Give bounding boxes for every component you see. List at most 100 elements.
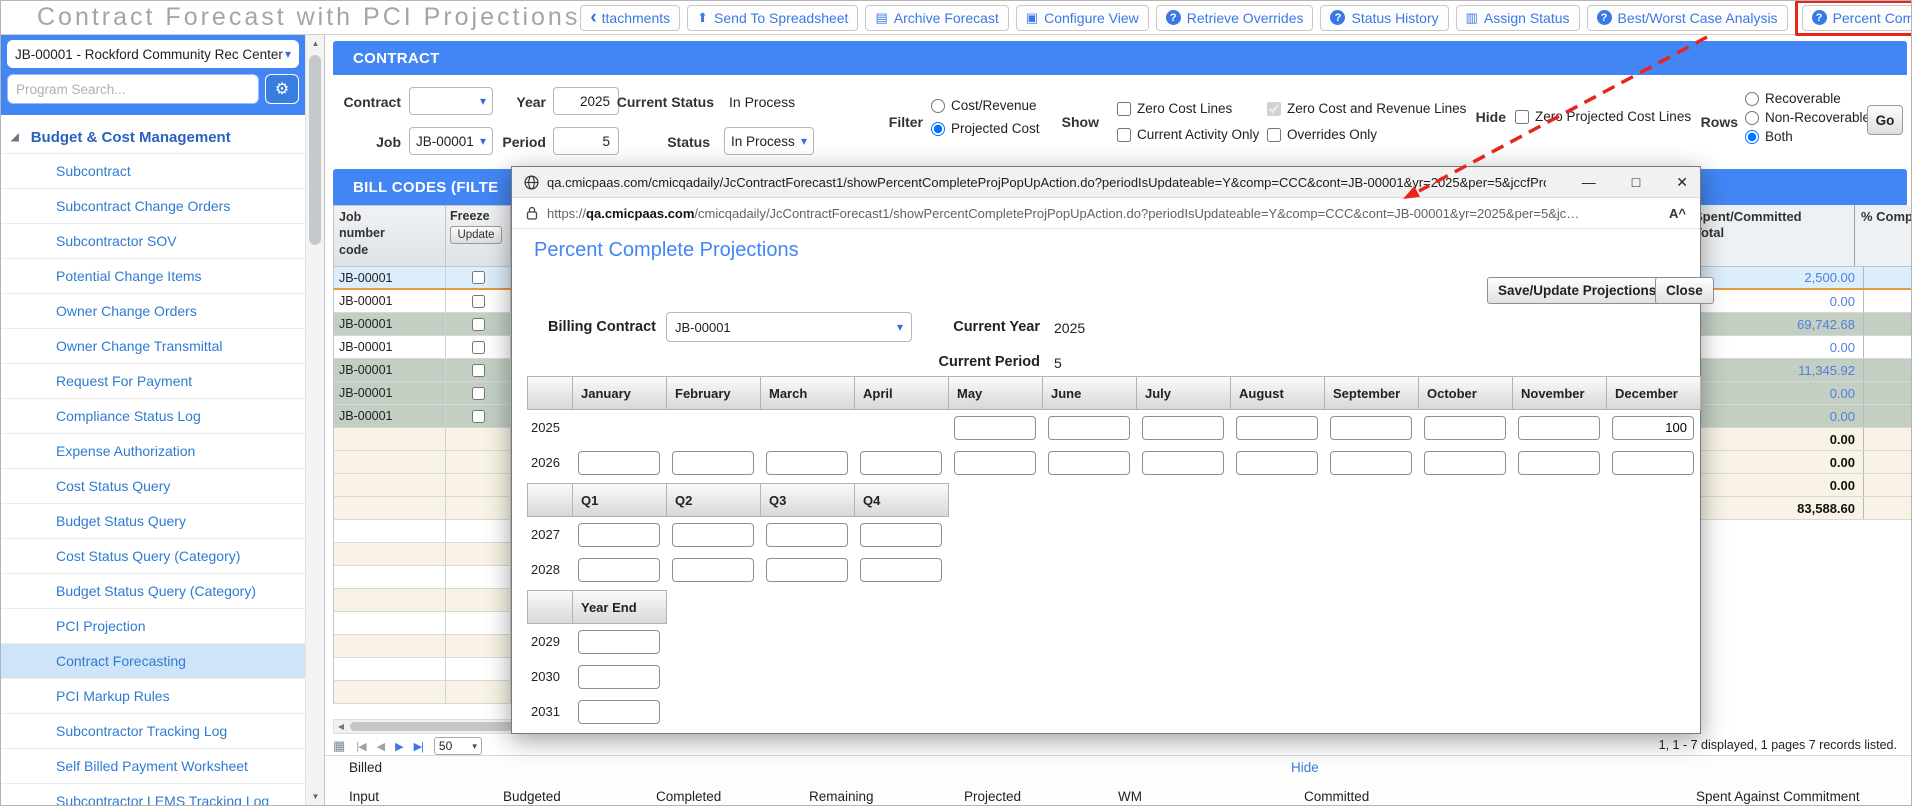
- projection-input-2026-2[interactable]: [672, 450, 754, 475]
- sidebar-item-owner-change-transmittal[interactable]: Owner Change Transmittal: [1, 328, 305, 363]
- freeze-checkbox[interactable]: [471, 317, 485, 331]
- projection-input-2026-9[interactable]: [1330, 450, 1412, 475]
- checkbox-zero-projected-cost-lines[interactable]: [1515, 109, 1529, 124]
- toolbar-button-archive-forecast[interactable]: ▤ Archive Forecast: [865, 4, 1009, 31]
- radio-option-projected-cost[interactable]: Projected Cost: [931, 121, 1040, 136]
- period-input[interactable]: [553, 127, 619, 155]
- scroll-up-icon[interactable]: ▲: [306, 39, 325, 48]
- projection-input-2027-4[interactable]: [860, 522, 942, 547]
- checkbox-option-zero-projected-cost-lines[interactable]: Zero Projected Cost Lines: [1515, 109, 1691, 124]
- billing-contract-select[interactable]: JB-00001 ▾: [666, 312, 912, 342]
- radio-both[interactable]: [1745, 129, 1759, 144]
- sidebar-item-subcontract[interactable]: Subcontract: [1, 153, 305, 188]
- sidebar-scrollbar[interactable]: ▲ ▼: [305, 35, 324, 805]
- sidebar-item-cost-status-query-category[interactable]: Cost Status Query (Category): [1, 538, 305, 573]
- projection-input-2025-9[interactable]: [1330, 415, 1412, 440]
- radio-option-non-recoverable[interactable]: Non-Recoverable: [1745, 110, 1870, 125]
- projection-input-2030-1[interactable]: [578, 664, 660, 689]
- projection-input-2025-11[interactable]: [1518, 415, 1600, 440]
- checkbox-option-current-activity-only[interactable]: Current Activity Only: [1117, 127, 1267, 142]
- radio-recoverable[interactable]: [1745, 91, 1759, 106]
- sidebar-item-potential-change-items[interactable]: Potential Change Items: [1, 258, 305, 293]
- sidebar-item-subcontractor-lems-tracking-log[interactable]: Subcontractor LEMS Tracking Log: [1, 783, 305, 805]
- projection-input-2028-1[interactable]: [578, 557, 660, 582]
- font-size-icon[interactable]: A^: [1669, 206, 1686, 221]
- prev-page-button[interactable]: ◀: [377, 740, 386, 753]
- projection-input-2028-3[interactable]: [766, 557, 848, 582]
- radio-cost-revenue[interactable]: [931, 98, 945, 113]
- freeze-checkbox[interactable]: [471, 386, 485, 400]
- projection-input-2026-11[interactable]: [1518, 450, 1600, 475]
- projection-input-2026-3[interactable]: [766, 450, 848, 475]
- contract-select[interactable]: ▾: [409, 87, 493, 115]
- page-size-select[interactable]: 50 ▾: [433, 737, 482, 755]
- projection-input-2027-3[interactable]: [766, 522, 848, 547]
- scroll-left-icon[interactable]: ◀: [334, 722, 348, 731]
- radio-option-cost-revenue[interactable]: Cost/Revenue: [931, 98, 1040, 113]
- projection-input-2025-7[interactable]: [1142, 415, 1224, 440]
- hide-link[interactable]: Hide: [1291, 760, 1319, 775]
- checkbox-option-overrides-only[interactable]: Overrides Only: [1267, 127, 1547, 142]
- projection-input-2031-1[interactable]: [578, 699, 660, 724]
- checkbox-option-zero-cost-lines[interactable]: Zero Cost Lines: [1117, 101, 1267, 116]
- scroll-down-icon[interactable]: ▼: [306, 792, 325, 801]
- sidebar-item-subcontractor-tracking-log[interactable]: Subcontractor Tracking Log: [1, 713, 305, 748]
- sidebar-item-self-billed-payment-worksheet[interactable]: Self Billed Payment Worksheet: [1, 748, 305, 783]
- toolbar-button-status-history[interactable]: ? Status History: [1320, 4, 1449, 31]
- toolbar-button-best-worst-case-analysis[interactable]: ? Best/Worst Case Analysis: [1586, 4, 1788, 31]
- sidebar-item-budget-status-query-category[interactable]: Budget Status Query (Category): [1, 573, 305, 608]
- settings-button[interactable]: ⚙: [265, 74, 299, 104]
- save-update-projections-button[interactable]: Save/Update Projections: [1487, 277, 1668, 304]
- minimize-icon[interactable]: —: [1582, 175, 1596, 189]
- toolbar-button-ttachments[interactable]: ‹ ttachments: [580, 4, 681, 31]
- checkbox-overrides-only[interactable]: [1267, 127, 1281, 142]
- maximize-icon[interactable]: □: [1632, 175, 1640, 189]
- sidebar-item-subcontractor-sov[interactable]: Subcontractor SOV: [1, 223, 305, 258]
- sidebar-item-cost-status-query[interactable]: Cost Status Query: [1, 468, 305, 503]
- freeze-checkbox[interactable]: [471, 363, 485, 377]
- projection-input-2025-10[interactable]: [1424, 415, 1506, 440]
- radio-option-both[interactable]: Both: [1745, 129, 1870, 144]
- radio-non-recoverable[interactable]: [1745, 110, 1759, 125]
- projection-input-2026-4[interactable]: [860, 450, 942, 475]
- checkbox-zero-cost-lines[interactable]: [1117, 101, 1131, 116]
- projection-input-2026-7[interactable]: [1142, 450, 1224, 475]
- go-button[interactable]: Go: [1867, 105, 1903, 135]
- close-button[interactable]: Close: [1655, 277, 1714, 304]
- popup-addressbar[interactable]: https://qa.cmicpaas.com/cmicqadaily/JcCo…: [512, 198, 1700, 229]
- grid-icon[interactable]: ▦: [333, 738, 345, 754]
- projection-input-2027-1[interactable]: [578, 522, 660, 547]
- toolbar-button-send-to-spreadsheet[interactable]: ⬆ Send To Spreadsheet: [687, 4, 859, 31]
- freeze-checkbox[interactable]: [471, 340, 485, 354]
- projection-input-2026-6[interactable]: [1048, 450, 1130, 475]
- checkbox-current-activity-only[interactable]: [1117, 127, 1131, 142]
- toolbar-button-retrieve-overrides[interactable]: ? Retrieve Overrides: [1155, 4, 1314, 31]
- close-icon[interactable]: ✕: [1676, 175, 1688, 189]
- sidebar-item-owner-change-orders[interactable]: Owner Change Orders: [1, 293, 305, 328]
- sidebar-item-pci-markup-rules[interactable]: PCI Markup Rules: [1, 678, 305, 713]
- radio-option-recoverable[interactable]: Recoverable: [1745, 91, 1870, 106]
- projection-input-2025-5[interactable]: [954, 415, 1036, 440]
- projection-input-2027-2[interactable]: [672, 522, 754, 547]
- projection-input-2025-6[interactable]: [1048, 415, 1130, 440]
- toolbar-button-percent-complete-projections[interactable]: ? Percent Complete Projections: [1801, 4, 1911, 31]
- projection-input-2026-5[interactable]: [954, 450, 1036, 475]
- job-select[interactable]: JB-00001 ▾: [409, 127, 493, 155]
- projection-input-2026-1[interactable]: [578, 450, 660, 475]
- sidebar-item-budget-status-query[interactable]: Budget Status Query: [1, 503, 305, 538]
- tree-header[interactable]: ◢ Budget & Cost Management: [1, 123, 305, 151]
- scrollbar-thumb[interactable]: [309, 55, 321, 245]
- checkbox-zero-cost-and-revenue-lines[interactable]: [1267, 101, 1281, 116]
- radio-projected-cost[interactable]: [931, 121, 945, 136]
- projection-input-2026-8[interactable]: [1236, 450, 1318, 475]
- sidebar-item-contract-forecasting[interactable]: Contract Forecasting: [1, 643, 305, 678]
- sidebar-item-subcontract-change-orders[interactable]: Subcontract Change Orders: [1, 188, 305, 223]
- status-select[interactable]: In Process ▾: [724, 127, 814, 155]
- popup-titlebar[interactable]: qa.cmicpaas.com/cmicqadaily/JcContractFo…: [512, 167, 1700, 198]
- project-selector[interactable]: JB-00001 - Rockford Community Rec Center…: [7, 40, 299, 68]
- update-button[interactable]: Update: [450, 226, 502, 244]
- freeze-checkbox[interactable]: [471, 294, 485, 308]
- sidebar-item-expense-authorization[interactable]: Expense Authorization: [1, 433, 305, 468]
- projection-input-2029-1[interactable]: [578, 629, 660, 654]
- program-search-input[interactable]: [7, 74, 259, 104]
